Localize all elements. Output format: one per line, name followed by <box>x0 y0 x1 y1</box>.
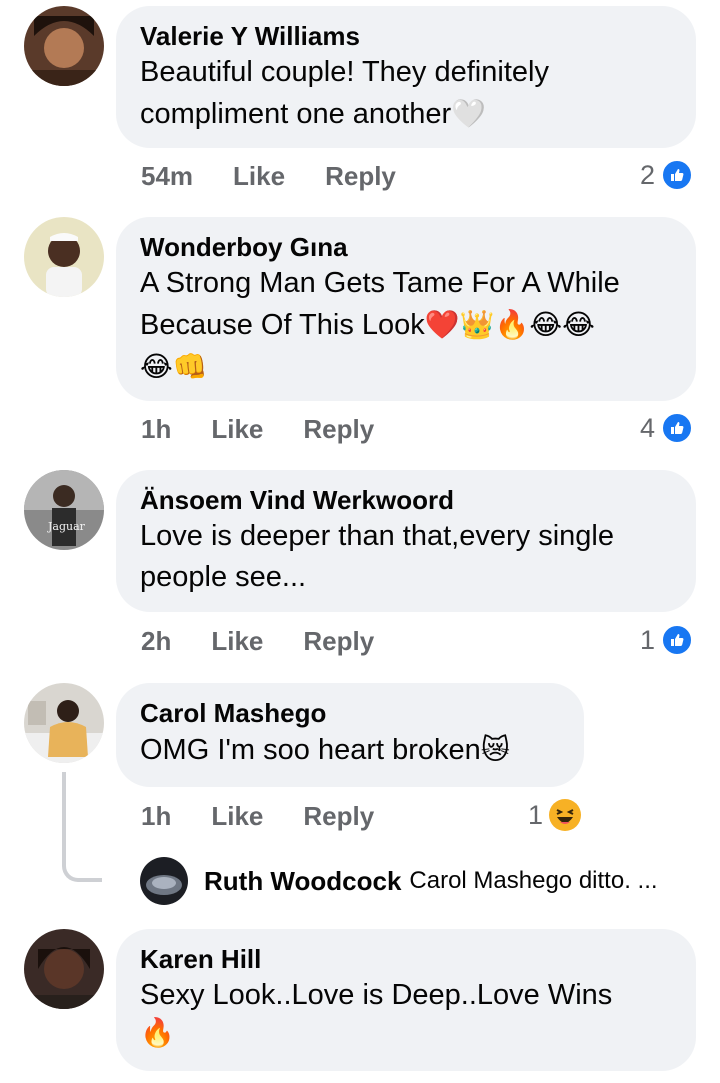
avatar-caption: Jaguar <box>47 520 86 533</box>
comment-line: A Strong Man Gets Tame For A While <box>140 267 620 299</box>
comment-text: Sexy Look..Love is Deep..Love Wins <box>140 979 613 1011</box>
avatar[interactable] <box>24 6 104 86</box>
commenter-name[interactable]: Wonderboy Gına <box>140 231 672 263</box>
timestamp[interactable]: 1h <box>141 800 171 832</box>
comment-text: Love is deeper than that,every single pe… <box>140 520 614 593</box>
reaction-summary[interactable]: 1 <box>640 624 694 656</box>
avatar[interactable]: Jaguar <box>24 470 104 550</box>
like-reaction-icon <box>661 624 694 656</box>
comment-text: OMG I'm soo heart broken😿 <box>140 729 560 771</box>
reply-author[interactable]: Ruth Woodcock <box>204 866 401 897</box>
crying-cat-icon: 😿 <box>480 733 510 766</box>
reaction-count: 2 <box>640 160 656 190</box>
reaction-summary[interactable]: 1 <box>528 799 582 831</box>
reply-button[interactable]: Reply <box>303 413 374 445</box>
fire-icon: 🔥 <box>140 1016 175 1049</box>
comment-actions: 54m Like Reply <box>141 160 436 192</box>
commenter-name[interactable]: Änsoem Vind Werkwoord <box>140 484 672 516</box>
haha-reaction-icon <box>549 799 582 831</box>
comment-actions: 1h Like Reply <box>141 800 414 832</box>
avatar[interactable] <box>24 217 104 297</box>
commenter-name[interactable]: Valerie Y Williams <box>140 20 672 52</box>
laugh-fist-icons: 😂👊 <box>140 350 208 383</box>
comment-text: A Strong Man Gets Tame For A While Becau… <box>140 263 672 387</box>
reaction-summary[interactable]: 4 <box>640 412 694 444</box>
reply-button[interactable]: Reply <box>303 800 374 832</box>
avatar[interactable] <box>24 929 104 1009</box>
comment-bubble: Änsoem Vind Werkwoord Love is deeper tha… <box>116 470 696 612</box>
timestamp[interactable]: 54m <box>141 160 193 192</box>
timestamp[interactable]: 2h <box>141 625 171 657</box>
comment-body: Beautiful couple! They definitely compli… <box>140 56 549 130</box>
comment-bubble: Karen Hill Sexy Look..Love is Deep..Love… <box>116 929 696 1071</box>
reply-preview[interactable]: Ruth Woodcock Carol Mashego ditto. ... <box>140 857 658 905</box>
comment-body: OMG I'm soo heart broken <box>140 734 481 766</box>
comment-bubble: Valerie Y Williams Beautiful couple! The… <box>116 6 696 148</box>
comment-bubble: Wonderboy Gına A Strong Man Gets Tame Fo… <box>116 217 696 401</box>
commenter-name[interactable]: Karen Hill <box>140 943 672 975</box>
reaction-count: 1 <box>528 800 544 830</box>
like-button[interactable]: Like <box>211 625 263 657</box>
comment-line: Because Of This Look❤️👑🔥😂😂 <box>140 304 672 346</box>
reply-avatar[interactable] <box>140 857 188 905</box>
comment-actions: 1h Like Reply <box>141 413 414 445</box>
reply-text: Carol Mashego ditto. ... <box>409 867 658 894</box>
like-reaction-icon <box>661 412 694 444</box>
like-button[interactable]: Like <box>211 413 263 445</box>
comment-actions: 2h Like Reply <box>141 625 414 657</box>
avatar[interactable] <box>24 683 104 763</box>
reaction-count: 4 <box>640 413 656 443</box>
comment-body: Because Of This Look <box>140 309 425 341</box>
timestamp[interactable]: 1h <box>141 413 171 445</box>
like-button[interactable]: Like <box>211 800 263 832</box>
comment-text: Beautiful couple! They definitely compli… <box>140 52 672 135</box>
reaction-summary[interactable]: 2 <box>640 159 694 191</box>
white-heart-icon: 🤍 <box>451 97 487 130</box>
like-button[interactable]: Like <box>233 160 285 192</box>
reply-button[interactable]: Reply <box>303 625 374 657</box>
like-reaction-icon <box>661 159 694 191</box>
comment-bubble: Carol Mashego OMG I'm soo heart broken😿 <box>116 683 584 787</box>
reply-thread-line <box>62 772 102 882</box>
reply-button[interactable]: Reply <box>325 160 396 192</box>
heart-crown-fire-laugh-icons: ❤️👑🔥😂😂 <box>424 308 595 341</box>
commenter-name[interactable]: Carol Mashego <box>140 697 560 729</box>
reaction-count: 1 <box>640 625 656 655</box>
